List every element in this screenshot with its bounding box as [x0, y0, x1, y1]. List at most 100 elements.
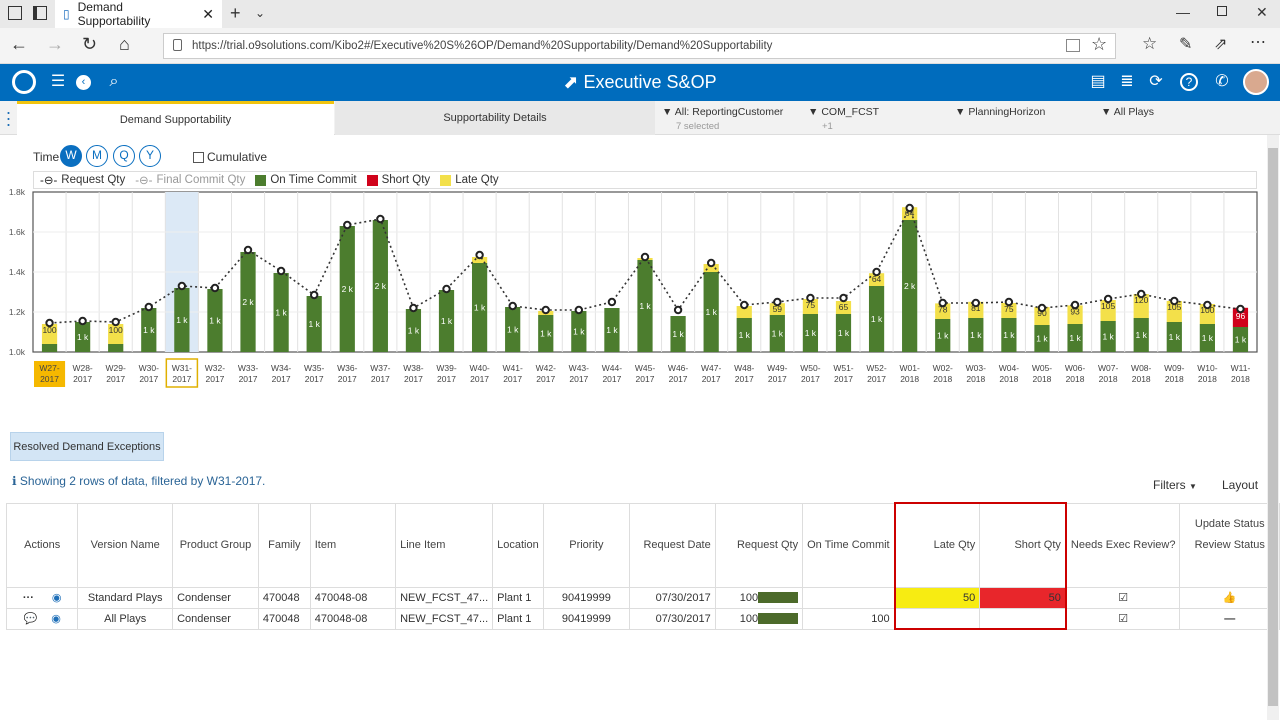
app-title-text: Executive S&OP: [583, 72, 717, 92]
col-family[interactable]: Family: [257, 502, 311, 588]
bar-label: 1 k: [176, 315, 188, 325]
col-request-date[interactable]: Request Date: [628, 502, 716, 588]
navigate-circle-icon[interactable]: ◉: [52, 592, 62, 604]
restore-icon[interactable]: [1217, 6, 1227, 16]
filter-label: All Plays: [1113, 106, 1154, 118]
group-cell: Condenser: [172, 586, 259, 609]
back-icon[interactable]: ←: [10, 34, 28, 55]
tab-supportability-details[interactable]: Supportability Details: [335, 101, 655, 135]
short-qty-cell[interactable]: [979, 607, 1067, 630]
home-icon[interactable]: ⌂: [119, 34, 130, 55]
exec-review-cell[interactable]: ☑: [1065, 586, 1181, 609]
help-icon[interactable]: ?: [1180, 73, 1198, 91]
reading-view-icon[interactable]: [1066, 39, 1080, 52]
minimize-icon[interactable]: —: [1176, 4, 1190, 20]
filter-com-fcst[interactable]: ▼ COM_FCST +1: [808, 106, 879, 132]
favorites-hub-icon[interactable]: ☆: [1142, 34, 1157, 54]
refresh-icon[interactable]: ↻: [82, 34, 97, 55]
col-actions[interactable]: Actions: [5, 502, 79, 588]
navigate-circle-icon[interactable]: ◉: [51, 613, 61, 625]
demand-chart[interactable]: 1.0k1.2k1.4k1.6k1.8k100W27-20171 kW28-20…: [0, 140, 1265, 390]
x-tick-label: W08-: [1131, 363, 1151, 373]
review-status-cell[interactable]: 👍: [1179, 586, 1280, 609]
late-qty-cell[interactable]: [893, 607, 981, 630]
item-cell: 470048-08: [309, 607, 397, 630]
col-short-qty[interactable]: Short Qty: [979, 502, 1067, 588]
resolved-demand-exceptions-button[interactable]: Resolved Demand Exceptions: [10, 432, 164, 461]
col-line-item[interactable]: Line Item: [395, 502, 494, 588]
bar-label: 1 k: [77, 332, 89, 342]
table-row[interactable]: 💬 ◉ All Plays Condenser 470048 470048-08 …: [5, 607, 1280, 630]
x-tick-label: W05-: [1032, 363, 1052, 373]
x-tick-label: 2017: [437, 374, 456, 384]
close-tab-icon[interactable]: ✕: [202, 6, 214, 23]
checkbox-checked-icon[interactable]: ☑: [1118, 613, 1128, 625]
review-status-cell[interactable]: —: [1179, 607, 1280, 630]
bar-label: 1 k: [1003, 330, 1015, 340]
col-product-group[interactable]: Product Group: [172, 502, 259, 588]
col-review-status[interactable]: Update Status Review Status: [1179, 502, 1280, 588]
col-priority[interactable]: Priority: [542, 502, 630, 588]
col-request-qty[interactable]: Request Qty: [714, 502, 804, 588]
share-icon[interactable]: ⇗: [1214, 34, 1227, 54]
version-cell: All Plays: [77, 607, 174, 630]
tab-list-chevron-icon[interactable]: ⌄: [255, 6, 265, 20]
request-point: [376, 214, 385, 224]
family-cell: 470048: [257, 586, 311, 609]
location-cell: Plant 1: [492, 586, 544, 609]
x-tick-label: 2018: [1165, 374, 1184, 384]
sync-icon[interactable]: ⟳: [1146, 72, 1166, 92]
url-input[interactable]: https://trial.o9solutions.com/Kibo2#/Exe…: [163, 33, 1116, 59]
request-point: [773, 297, 782, 307]
request-point: [839, 293, 848, 303]
more-icon[interactable]: ⋯: [1250, 32, 1266, 52]
pen-icon[interactable]: ✎: [1179, 34, 1192, 54]
x-tick-label: W51-: [833, 363, 853, 373]
x-tick-label: W30-: [139, 363, 159, 373]
tab-demand-supportability[interactable]: Demand Supportability: [17, 101, 334, 135]
request-point: [806, 293, 815, 303]
list-icon[interactable]: ≣: [1117, 72, 1137, 92]
set-aside-tabs-icon[interactable]: [33, 6, 47, 20]
filter-all-plays[interactable]: ▼ All Plays: [1101, 106, 1154, 118]
late-qty-cell[interactable]: 50: [893, 586, 981, 609]
forward-icon[interactable]: →: [46, 34, 64, 55]
window-close-icon[interactable]: ✕: [1256, 4, 1268, 21]
col-needs-exec-review[interactable]: Needs Exec Review?: [1065, 502, 1181, 588]
x-tick-label: W37-: [370, 363, 390, 373]
x-tick-label: W38-: [403, 363, 423, 373]
lock-icon: [173, 39, 182, 51]
filter-planning-horizon[interactable]: ▼ PlanningHorizon: [955, 106, 1045, 118]
table-row[interactable]: ··· ◉ Standard Plays Condenser 470048 470…: [5, 586, 1280, 609]
filters-menu[interactable]: Filters ▼: [1153, 478, 1197, 492]
more-actions-icon[interactable]: ···: [23, 592, 34, 604]
x-tick-label: 2018: [900, 374, 919, 384]
request-point: [640, 252, 650, 262]
x-tick-label: W47-: [701, 363, 721, 373]
col-late-qty[interactable]: Late Qty: [893, 502, 981, 588]
phone-icon[interactable]: ✆: [1212, 72, 1232, 92]
filter-reporting-customer[interactable]: ▼ All: ReportingCustomer 7 selected: [662, 106, 783, 132]
browser-tab[interactable]: ▯ Demand Supportability ✕: [55, 0, 222, 28]
layout-button[interactable]: Layout: [1222, 478, 1258, 492]
tab-manager-icon[interactable]: [8, 6, 22, 20]
col-item[interactable]: Item: [309, 502, 397, 588]
request-point: [78, 316, 87, 326]
bar-label: 1 k: [838, 328, 850, 338]
request-point: [409, 303, 418, 313]
short-qty-cell[interactable]: 50: [979, 586, 1067, 609]
avatar[interactable]: [1243, 69, 1269, 95]
col-location[interactable]: Location: [492, 502, 544, 588]
vertical-dots-icon[interactable]: · · ·: [0, 101, 17, 135]
col-on-time-commit[interactable]: On Time Commit: [802, 502, 896, 588]
checkbox-checked-icon[interactable]: ☑: [1118, 592, 1128, 604]
pdf-icon[interactable]: ▤: [1088, 72, 1108, 92]
bar-label: 1 k: [474, 303, 486, 313]
filter-icon: ▼: [808, 106, 822, 118]
comment-icon[interactable]: 💬: [24, 613, 38, 625]
scrollbar-thumb[interactable]: [1268, 148, 1278, 706]
exec-review-cell[interactable]: ☑: [1065, 607, 1181, 630]
new-tab-icon[interactable]: +: [230, 3, 241, 24]
favorite-star-icon[interactable]: ☆: [1091, 34, 1107, 55]
col-version-name[interactable]: Version Name: [77, 502, 174, 588]
